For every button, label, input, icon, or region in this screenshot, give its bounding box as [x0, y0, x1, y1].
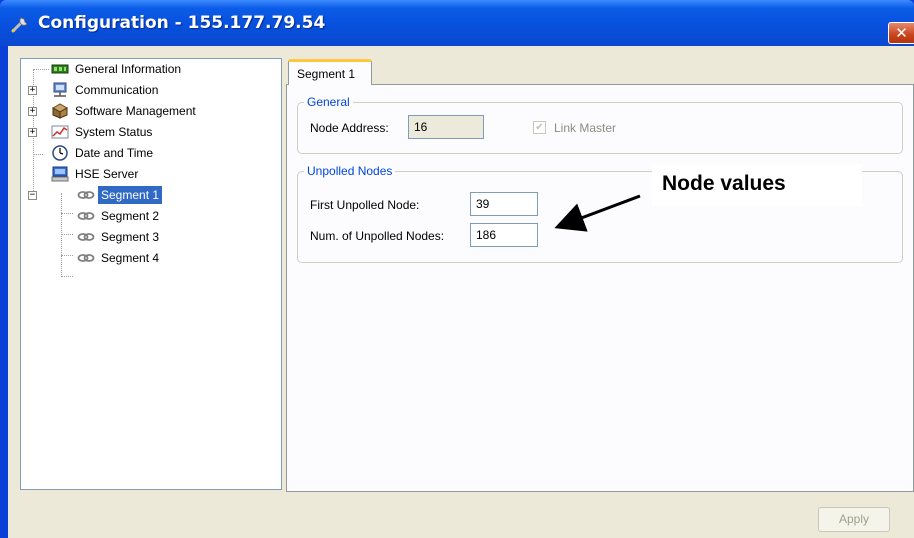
tab-segment-1[interactable]: Segment 1 — [288, 59, 372, 85]
annotation-arrow-icon — [554, 194, 641, 232]
configuration-window: Configuration - 155.177.79.54 ✕ + + + − — [0, 0, 914, 538]
